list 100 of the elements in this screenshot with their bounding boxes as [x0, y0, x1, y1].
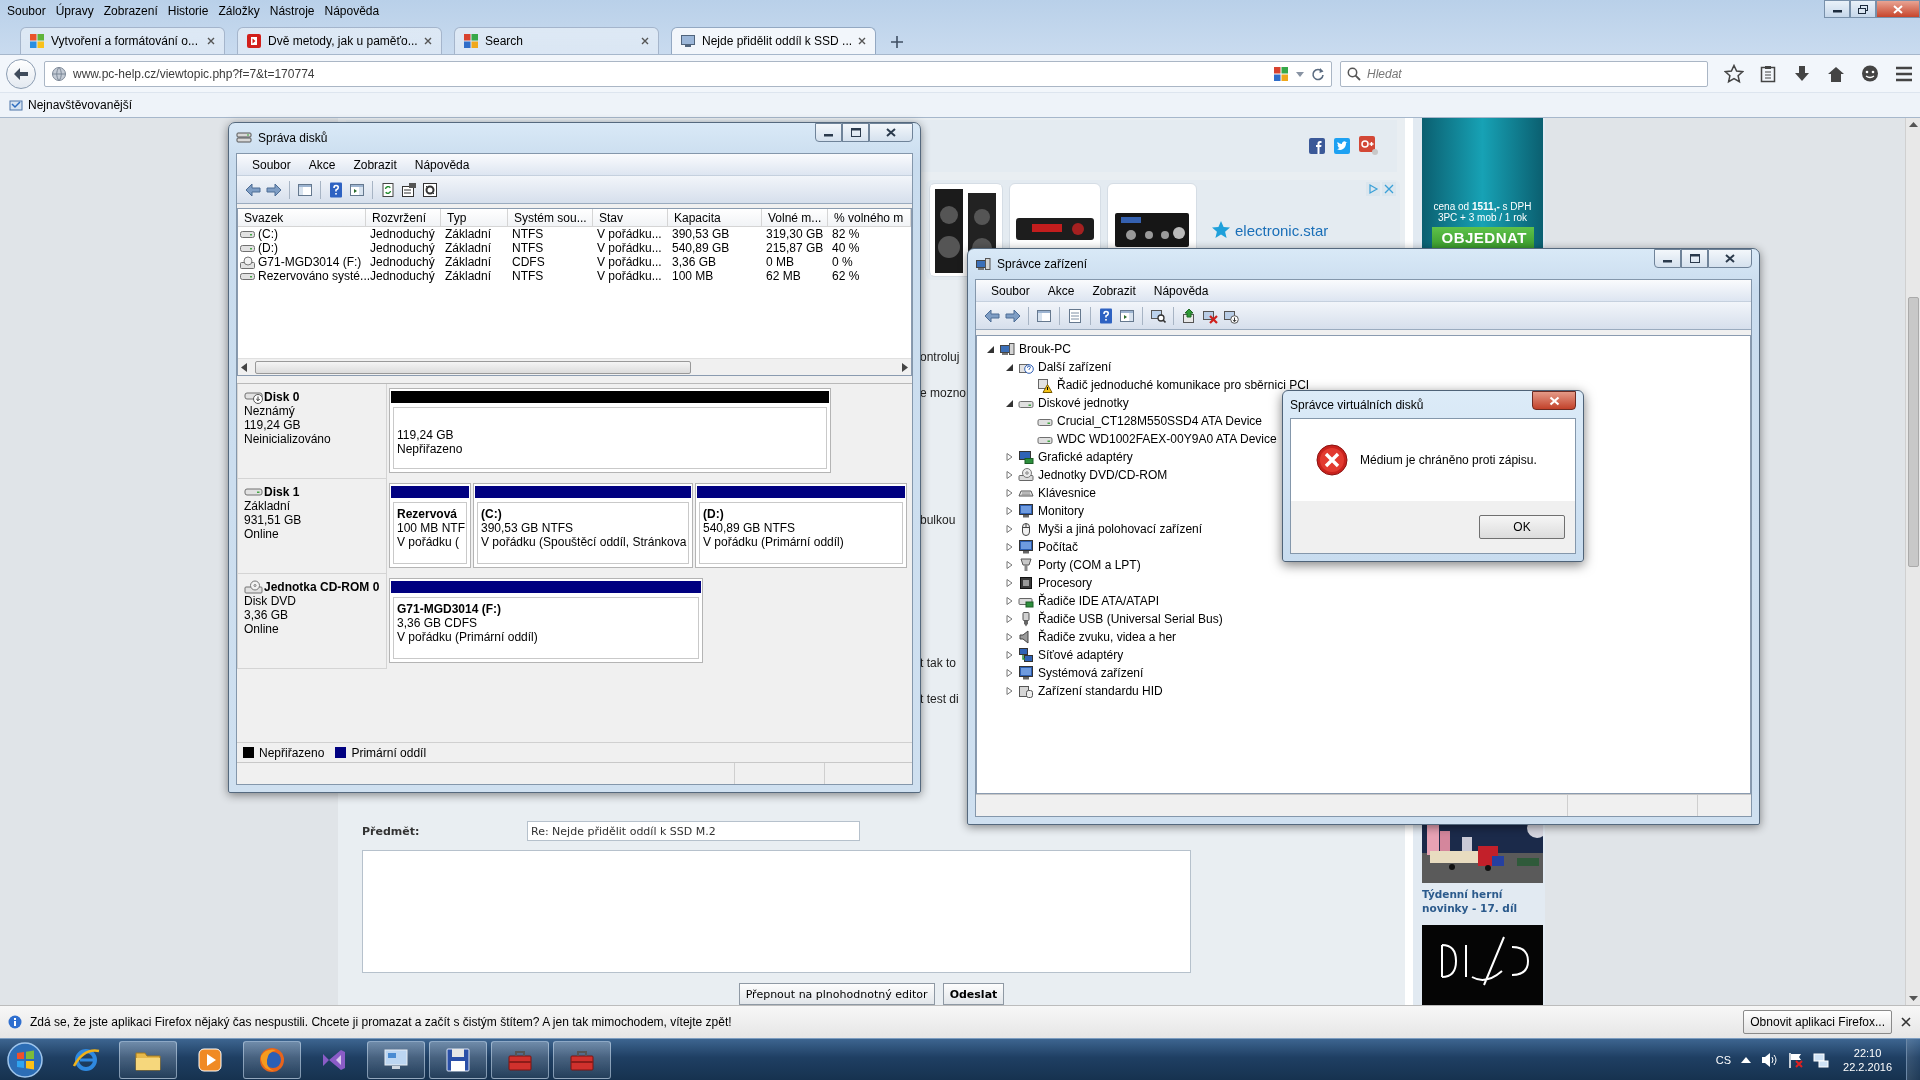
- close-icon[interactable]: [423, 36, 433, 46]
- tree-item[interactable]: Řadiče IDE ATA/ATAPI: [1038, 594, 1160, 608]
- taskbar-button[interactable]: [119, 1040, 177, 1079]
- column-header[interactable]: Volné m...: [762, 209, 828, 227]
- column-header[interactable]: Typ: [441, 209, 508, 227]
- console-tree-icon[interactable]: [297, 181, 313, 198]
- close-button[interactable]: [1876, 0, 1920, 18]
- tree-item[interactable]: Řadiče USB (Universal Serial Bus): [1038, 612, 1223, 626]
- refresh-icon[interactable]: [380, 181, 396, 198]
- menu-item[interactable]: Historie: [162, 3, 214, 19]
- network-icon[interactable]: [1813, 1051, 1830, 1068]
- column-header[interactable]: Rozvržení: [366, 209, 441, 227]
- clock-time[interactable]: 22:10: [1853, 1045, 1882, 1060]
- menu-item[interactable]: Úpravy: [50, 3, 99, 19]
- tab[interactable]: Search: [454, 27, 659, 54]
- maximize-button[interactable]: [1681, 249, 1708, 268]
- clipboard-icon[interactable]: [1758, 63, 1778, 84]
- column-header[interactable]: Systém sou...: [508, 209, 593, 227]
- reload-icon[interactable]: [1311, 66, 1325, 81]
- expand-icon[interactable]: [1004, 632, 1014, 642]
- tree-item[interactable]: Grafické adaptéry: [1038, 450, 1133, 464]
- expand-icon[interactable]: [1004, 650, 1014, 660]
- partition[interactable]: G71-MGD3014 (F:) 3,36 GB CDFS V pořádku (Primární oddíl): [389, 578, 703, 663]
- collapse-icon[interactable]: [985, 344, 995, 354]
- tree-item[interactable]: Procesory: [1038, 576, 1093, 590]
- expand-icon[interactable]: [1004, 506, 1014, 516]
- menu-item[interactable]: Nástroje: [264, 3, 320, 19]
- expand-icon[interactable]: [1004, 488, 1014, 498]
- search-field[interactable]: Hledat: [1340, 60, 1708, 87]
- tree-item[interactable]: Jednotky DVD/CD-ROM: [1038, 468, 1168, 482]
- menu-item[interactable]: Nápověda: [405, 155, 479, 174]
- google-plus-icon[interactable]: [1359, 136, 1379, 156]
- submit-button[interactable]: Odeslat: [942, 983, 1005, 1005]
- clock-date[interactable]: 22.2.2016: [1843, 1059, 1892, 1074]
- collapse-icon[interactable]: [1004, 398, 1014, 408]
- minimize-button[interactable]: [1824, 0, 1850, 18]
- maximize-button[interactable]: [842, 123, 869, 142]
- subject-field[interactable]: Re: Nejde přidělit oddíl k SSD M.2: [527, 821, 860, 841]
- expand-icon[interactable]: [1004, 542, 1014, 552]
- close-icon[interactable]: [640, 36, 650, 46]
- minimize-button[interactable]: [815, 123, 842, 142]
- tree-item[interactable]: Porty (COM a LPT): [1038, 558, 1141, 572]
- expand-icon[interactable]: [1004, 560, 1014, 570]
- minimize-button[interactable]: [1654, 249, 1681, 268]
- column-header[interactable]: Svazek: [238, 209, 366, 227]
- tree-item[interactable]: Řadič jednoduché komunikace pro sběrnici PCI: [1057, 378, 1310, 392]
- article-link[interactable]: Týdenní herní novinky - 17. díl: [1422, 887, 1543, 915]
- chat-icon[interactable]: [1860, 63, 1880, 84]
- properties-icon[interactable]: [401, 181, 417, 198]
- expand-icon[interactable]: [1004, 686, 1014, 696]
- action-pane-icon[interactable]: [1119, 307, 1135, 324]
- scroll-thumb[interactable]: [1907, 296, 1919, 567]
- tree-item[interactable]: Řadiče zvuku, videa a her: [1038, 630, 1177, 644]
- column-header[interactable]: % volného m: [828, 209, 911, 227]
- partition[interactable]: (C:) 390,53 GB NTFS V pořádku (Spouštěcí oddíl, Stránkova: [473, 483, 693, 568]
- show-desktop-button[interactable]: [1906, 1039, 1920, 1080]
- partition[interactable]: (D:) 540,89 GB NTFS V pořádku (Primární oddíl): [695, 483, 907, 568]
- refresh-firefox-button[interactable]: Obnovit aplikaci Firefox...: [1743, 1010, 1892, 1034]
- menu-item[interactable]: Zobrazit: [1083, 281, 1145, 300]
- help-icon[interactable]: [1098, 307, 1114, 324]
- tab[interactable]: Dvě metody, jak u paměťo...: [237, 27, 442, 54]
- settings-icon[interactable]: [422, 181, 438, 198]
- close-button[interactable]: [1708, 249, 1752, 268]
- menu-item[interactable]: Akce: [1038, 281, 1084, 300]
- dropdown-arrow-icon[interactable]: [1295, 69, 1305, 78]
- show-hidden-icons-icon[interactable]: [1741, 1055, 1752, 1064]
- column-header[interactable]: Kapacita: [668, 209, 762, 227]
- tree-item[interactable]: Diskové jednotky: [1038, 396, 1129, 410]
- star-icon[interactable]: [1724, 63, 1744, 84]
- expand-icon[interactable]: [1004, 470, 1014, 480]
- scan-hardware-icon[interactable]: [1150, 307, 1166, 324]
- update-driver-icon[interactable]: [1181, 307, 1197, 324]
- tree-item[interactable]: Myši a jiná polohovací zařízení: [1038, 522, 1203, 536]
- horizontal-scrollbar[interactable]: [238, 358, 911, 375]
- back-arrow-icon[interactable]: [245, 181, 261, 198]
- expand-icon[interactable]: [1004, 614, 1014, 624]
- menu-item[interactable]: Soubor: [2, 3, 51, 19]
- expand-icon[interactable]: [1004, 596, 1014, 606]
- action-pane-icon[interactable]: [349, 181, 365, 198]
- list-icon[interactable]: [1067, 307, 1083, 324]
- taskbar-button[interactable]: [367, 1040, 425, 1079]
- language-indicator[interactable]: CS: [1715, 1053, 1732, 1066]
- partition[interactable]: Rezervová 100 MB NTF V pořádku (: [389, 483, 471, 568]
- console-tree-icon[interactable]: [1036, 307, 1052, 324]
- taskbar-button[interactable]: [243, 1040, 301, 1079]
- menu-item[interactable]: Akce: [299, 155, 345, 174]
- tree-item[interactable]: Další zařízení: [1038, 360, 1112, 374]
- vertical-scrollbar[interactable]: [1905, 118, 1920, 1005]
- menu-item[interactable]: Zobrazení: [98, 3, 163, 19]
- tab[interactable]: Nejde přidělit oddíl k SSD ...: [671, 27, 876, 54]
- close-icon[interactable]: [857, 36, 867, 46]
- menu-item[interactable]: Záložky: [213, 3, 265, 19]
- menu-item[interactable]: Nápověda: [1144, 281, 1218, 300]
- tree-item[interactable]: Brouk-PC: [1019, 342, 1071, 356]
- collapse-icon[interactable]: [1004, 362, 1014, 372]
- close-button[interactable]: [1532, 391, 1576, 410]
- menu-item[interactable]: Nápověda: [319, 3, 385, 19]
- expand-icon[interactable]: [1004, 452, 1014, 462]
- close-button[interactable]: [869, 123, 913, 142]
- forward-arrow-icon[interactable]: [1005, 307, 1021, 324]
